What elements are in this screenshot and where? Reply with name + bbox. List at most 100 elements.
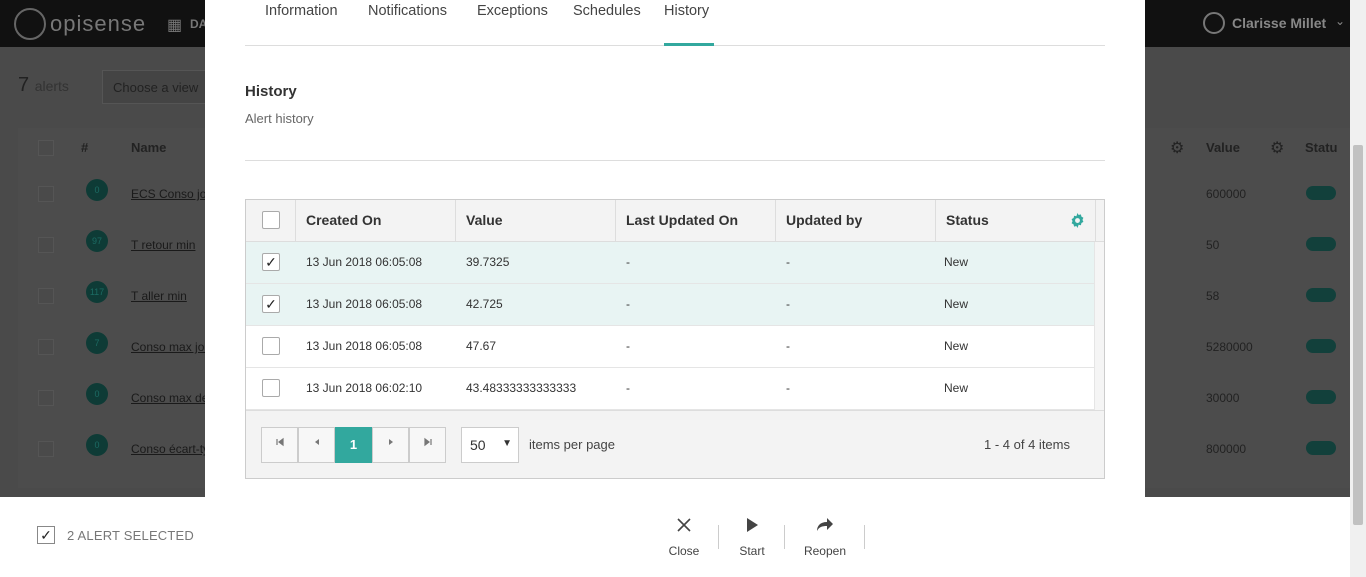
row-checkbox[interactable] [38,288,54,304]
reopen-label: Reopen [803,544,847,558]
selection-count-label: 2 ALERT SELECTED [67,528,194,543]
cell-value: 43.48333333333333 [466,381,577,395]
row-checkbox[interactable] [38,390,54,406]
table-row[interactable]: ✓ 13 Jun 2018 06:05:08 42.725 - - New [246,284,1094,326]
column-header-name: Name [131,140,167,155]
selection-action-bar: ✓ 2 ALERT SELECTED Close Start Reopen [0,497,1350,577]
close-icon [664,517,704,539]
status-toggle[interactable] [1306,390,1336,404]
reopen-alert-button[interactable]: Reopen [800,517,850,558]
user-name[interactable]: Clarisse Millet [1232,15,1326,31]
selection-checkbox[interactable]: ✓ [37,526,55,544]
action-separator [784,525,785,549]
cell-last-updated-on: - [626,297,630,311]
page-size-select[interactable]: 50 ▼ [461,427,519,463]
table-row[interactable]: 13 Jun 2018 06:02:10 43.48333333333333 -… [246,368,1094,410]
column-header-status: Statu [1305,140,1338,155]
cell-last-updated-on: - [626,381,630,395]
pager: 1 50 ▼ items per page 1 - 4 of 4 items [246,410,1104,478]
count-badge: 7 [86,332,108,354]
column-header-updated-by[interactable]: Updated by [776,200,936,241]
tab-schedules[interactable]: Schedules [573,0,641,46]
column-header-last-updated-on[interactable]: Last Updated On [616,200,776,241]
row-checkbox[interactable]: ✓ [262,295,280,313]
cell-updated-by: - [786,381,790,395]
status-toggle[interactable] [1306,237,1336,251]
row-checkbox[interactable]: ✓ [262,253,280,271]
share-forward-icon [800,517,850,539]
column-header-number: # [81,140,89,155]
first-page-button[interactable] [261,427,298,463]
status-toggle[interactable] [1306,288,1336,302]
row-checkbox[interactable] [38,339,54,355]
tab-history[interactable]: History [664,0,714,46]
cell-status: New [944,255,969,269]
caret-down-icon: ▼ [502,438,512,449]
page-button-current[interactable]: 1 [335,427,372,463]
select-all-checkbox[interactable] [262,211,280,229]
row-checkbox[interactable] [262,337,280,355]
column-header-created-on[interactable]: Created On [296,200,456,241]
alert-name-link[interactable]: T retour min [131,238,195,252]
alert-detail-modal: Information Notifications Exceptions Sch… [205,0,1145,497]
next-page-button[interactable] [372,427,409,463]
section-title: History [245,83,297,100]
gear-icon[interactable]: ⚙ [1270,138,1284,158]
gear-icon[interactable] [1070,213,1085,228]
page-scrollbar[interactable] [1350,0,1366,577]
row-checkbox[interactable] [38,237,54,253]
status-toggle[interactable] [1306,441,1336,455]
logo-text: opisense [50,11,147,36]
alert-name-link[interactable]: Conso écart-ty [131,442,209,456]
alert-value: 30000 [1206,391,1240,405]
pager-info: 1 - 4 of 4 items [984,437,1070,452]
grid-scrollbar[interactable] [1094,242,1104,410]
cell-last-updated-on: - [626,255,630,269]
alert-name-link[interactable]: T aller min [131,289,187,303]
alert-value: 800000 [1206,442,1247,456]
row-checkbox[interactable] [38,186,54,202]
tab-bar: Information Notifications Exceptions Sch… [245,0,1105,46]
grid-header: Created On Value Last Updated On Updated… [246,200,1104,242]
user-avatar-icon[interactable] [1203,12,1225,34]
last-page-icon [423,437,432,447]
last-page-button[interactable] [409,427,446,463]
table-row[interactable]: ✓ 13 Jun 2018 06:05:08 39.7325 - - New [246,242,1094,284]
scrollbar-thumb[interactable] [1353,145,1363,525]
alert-name-link[interactable]: Conso max de [131,391,208,405]
table-row[interactable]: 13 Jun 2018 06:05:08 47.67 - - New [246,326,1094,368]
count-badge: 117 [86,281,108,303]
tab-information[interactable]: Information [265,0,338,46]
cell-status: New [944,297,969,311]
status-toggle[interactable] [1306,186,1336,200]
start-alert-button[interactable]: Start [733,517,771,558]
status-toggle[interactable] [1306,339,1336,353]
cell-value: 47.67 [466,339,497,353]
alert-value: 600000 [1206,187,1247,201]
next-page-icon [388,439,393,445]
play-icon [733,517,771,539]
cell-created-on: 13 Jun 2018 06:05:08 [306,255,423,269]
row-checkbox[interactable] [38,441,54,457]
action-separator [718,525,719,549]
view-select[interactable]: Choose a view [102,70,222,104]
alert-name-link[interactable]: Conso max jou [131,340,211,354]
tab-notifications[interactable]: Notifications [368,0,447,46]
cell-created-on: 13 Jun 2018 06:05:08 [306,339,423,353]
header-checkbox-cell [246,200,296,241]
cell-updated-by: - [786,297,790,311]
count-badge: 0 [86,179,108,201]
chevron-down-icon[interactable]: ⌄ [1335,14,1345,28]
select-all-checkbox[interactable] [38,140,54,156]
alert-count: 7 alerts [18,74,69,96]
close-alert-button[interactable]: Close [664,517,704,558]
tab-exceptions[interactable]: Exceptions [477,0,548,46]
prev-page-button[interactable] [298,427,335,463]
column-header-value[interactable]: Value [456,200,616,241]
cell-value: 39.7325 [466,255,510,269]
alert-value: 5280000 [1206,340,1253,354]
gear-icon[interactable]: ⚙ [1170,138,1184,158]
alert-name-link[interactable]: ECS Conso jou [131,187,213,201]
apps-grid-icon[interactable]: ▦ [167,15,182,35]
row-checkbox[interactable] [262,379,280,397]
